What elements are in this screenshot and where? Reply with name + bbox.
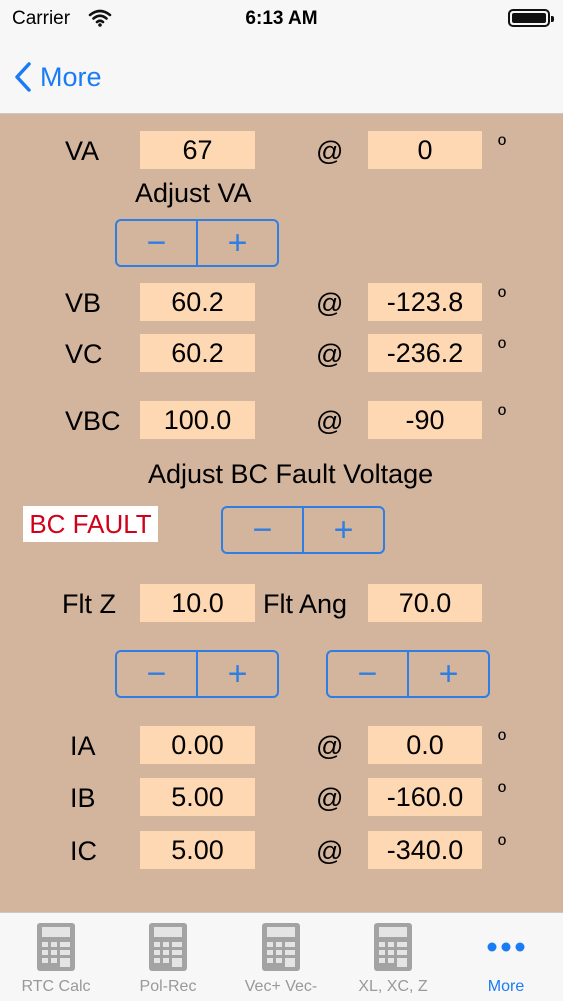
fault-type-badge: BC FAULT (23, 506, 158, 542)
calculator-icon (374, 923, 412, 971)
ib-magnitude-field[interactable]: 5.00 (140, 778, 255, 816)
flt-ang-increment-button[interactable]: + (407, 652, 488, 696)
flt-ang-field[interactable]: 70.0 (368, 584, 482, 622)
back-button[interactable]: More (14, 57, 102, 97)
vb-angle-field[interactable]: -123.8 (368, 283, 482, 321)
calculator-icon (37, 923, 75, 971)
flt-z-stepper[interactable]: − + (115, 650, 279, 698)
flt-z-decrement-button[interactable]: − (117, 652, 196, 696)
ia-at-symbol: @ (316, 731, 344, 761)
vc-magnitude-field[interactable]: 60.2 (140, 334, 255, 372)
tab-label: More (487, 978, 525, 995)
ib-at-symbol: @ (316, 783, 344, 813)
ia-label: IA (70, 731, 96, 761)
ic-angle-field[interactable]: -340.0 (368, 831, 482, 869)
ia-degree-symbol: º (498, 727, 507, 752)
va-at-symbol: @ (316, 136, 344, 166)
flt-z-field[interactable]: 10.0 (140, 584, 255, 622)
bc-fault-decrement-button[interactable]: − (223, 508, 302, 552)
tab-vec-plus-vec-minus[interactable]: Vec+ Vec- (225, 913, 337, 1001)
adjust-va-label: Adjust VA (135, 178, 252, 208)
vbc-angle-field[interactable]: -90 (368, 401, 482, 439)
va-label: VA (65, 136, 100, 166)
vb-degree-symbol: º (498, 284, 507, 309)
status-bar: Carrier 6:13 AM (0, 0, 563, 40)
chevron-left-icon (15, 62, 31, 92)
ia-angle-field[interactable]: 0.0 (368, 726, 482, 764)
vc-degree-symbol: º (498, 335, 507, 360)
clock: 6:13 AM (245, 8, 318, 29)
va-angle-field[interactable]: 0 (368, 131, 482, 169)
calculator-icon (262, 923, 300, 971)
more-dots-icon (487, 942, 525, 952)
flt-ang-decrement-button[interactable]: − (328, 652, 407, 696)
ic-label: IC (70, 836, 97, 866)
ic-at-symbol: @ (316, 836, 344, 866)
flt-z-label: Flt Z (62, 589, 116, 619)
navigation-bar: More (0, 40, 563, 114)
vc-label: VC (65, 339, 103, 369)
flt-ang-label: Flt Ang (263, 589, 348, 619)
adjust-bc-fault-stepper[interactable]: − + (221, 506, 385, 554)
va-degree-symbol: º (498, 132, 507, 157)
vbc-degree-symbol: º (498, 402, 507, 427)
tab-label: Vec+ Vec- (244, 978, 318, 995)
ib-label: IB (70, 783, 96, 813)
vbc-magnitude-field[interactable]: 100.0 (140, 401, 255, 439)
bc-fault-increment-button[interactable]: + (302, 508, 383, 552)
tab-pol-rec[interactable]: Pol-Rec (112, 913, 224, 1001)
ib-degree-symbol: º (498, 779, 507, 804)
vc-angle-field[interactable]: -236.2 (368, 334, 482, 372)
vb-magnitude-field[interactable]: 60.2 (140, 283, 255, 321)
vc-at-symbol: @ (316, 339, 344, 369)
ic-degree-symbol: º (498, 832, 507, 857)
battery-icon (508, 9, 554, 27)
va-magnitude-field[interactable]: 67 (140, 131, 255, 169)
vb-at-symbol: @ (316, 288, 344, 318)
tab-more[interactable]: More (450, 913, 562, 1001)
adjust-va-stepper[interactable]: − + (115, 219, 279, 267)
va-increment-button[interactable]: + (196, 221, 277, 265)
adjust-bc-fault-label: Adjust BC Fault Voltage (148, 459, 434, 489)
tab-rtc-calc[interactable]: RTC Calc (0, 913, 112, 1001)
tab-bar: RTC Calc Pol-Rec Vec+ Vec- XL, XC, Z Mor… (0, 912, 563, 1001)
vbc-at-symbol: @ (316, 406, 344, 436)
tab-label: XL, XC, Z (358, 978, 428, 995)
flt-z-increment-button[interactable]: + (196, 652, 277, 696)
vbc-label: VBC (65, 406, 121, 436)
flt-ang-stepper[interactable]: − + (326, 650, 490, 698)
tab-label: RTC Calc (21, 978, 91, 995)
tab-xl-xc-z[interactable]: XL, XC, Z (337, 913, 449, 1001)
ic-magnitude-field[interactable]: 5.00 (140, 831, 255, 869)
ia-magnitude-field[interactable]: 0.00 (140, 726, 255, 764)
va-decrement-button[interactable]: − (117, 221, 196, 265)
tab-label: Pol-Rec (139, 978, 197, 995)
ib-angle-field[interactable]: -160.0 (368, 778, 482, 816)
vb-label: VB (65, 288, 102, 318)
back-button-label: More (40, 61, 102, 92)
calculator-icon (149, 923, 187, 971)
